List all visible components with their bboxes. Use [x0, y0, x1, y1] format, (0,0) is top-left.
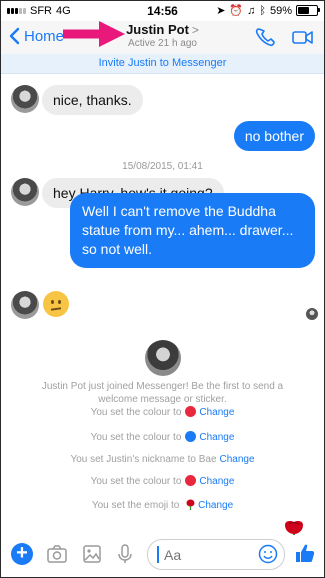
alarm-icon: ⏰: [229, 5, 244, 17]
status-bar: SFR 4G 14:56 ➤ ⏰ ♫ ᛒ 59%: [1, 1, 324, 21]
composer-bar: +: [1, 535, 324, 577]
annotation-arrow: [63, 21, 125, 47]
location-icon: ➤: [216, 5, 226, 17]
seen-receipt-avatar: [306, 308, 318, 320]
battery-icon: [296, 5, 320, 16]
change-link[interactable]: Change: [220, 454, 255, 465]
status-right: ➤ ⏰ ♫ ᛒ 59%: [216, 4, 320, 17]
avatar[interactable]: [11, 85, 39, 113]
message-timestamp: 15/08/2015, 01:41: [122, 161, 203, 172]
microphone-icon[interactable]: [114, 543, 136, 565]
system-message-colour: You set the colour to Change: [1, 406, 324, 418]
conversation-header: Home Justin Pot > Active 21 h ago: [1, 21, 324, 54]
contact-name: Justin Pot: [126, 22, 189, 37]
system-message-emoji: You set the emoji to Change: [1, 499, 324, 511]
color-swatch-blue: [185, 431, 197, 442]
system-message-nickname: You set Justin's nickname to Bae Change: [1, 454, 324, 465]
change-link[interactable]: Change: [199, 407, 234, 418]
joined-notice: Justin Pot just joined Messenger! Be the…: [41, 381, 284, 405]
color-swatch-red: [185, 475, 197, 486]
phone-icon[interactable]: [254, 27, 276, 47]
text-cursor: [157, 546, 159, 563]
thumbs-up-icon[interactable]: [294, 542, 316, 564]
smiley-icon[interactable]: [258, 544, 278, 564]
change-link[interactable]: Change: [199, 432, 234, 443]
system-message-text: You set the colour to: [90, 476, 182, 487]
contact-avatar-large[interactable]: [145, 340, 181, 376]
chevron-right-icon: >: [191, 23, 199, 37]
system-message-text: You set the emoji to: [91, 500, 180, 511]
message-input-box[interactable]: [147, 539, 285, 570]
headphones-icon: ♫: [247, 4, 256, 17]
battery-percent: 59%: [269, 4, 292, 17]
confused-face-emoji[interactable]: [43, 291, 69, 317]
avatar[interactable]: [11, 291, 39, 319]
messenger-screen: SFR 4G 14:56 ➤ ⏰ ♫ ᛒ 59% Home Justin Pot…: [0, 0, 325, 578]
camera-icon[interactable]: [46, 543, 68, 565]
system-message-text: You set the colour to: [90, 432, 182, 443]
message-incoming[interactable]: nice, thanks.: [42, 85, 143, 115]
gallery-icon[interactable]: [81, 543, 103, 565]
rose-icon: [186, 499, 195, 510]
invite-banner[interactable]: Invite Justin to Messenger: [1, 54, 324, 74]
system-message-text: You set the colour to: [90, 407, 182, 418]
video-camera-icon[interactable]: [292, 27, 314, 47]
change-link[interactable]: Change: [199, 476, 234, 487]
change-link[interactable]: Change: [198, 500, 233, 511]
system-message-text: You set Justin's nickname to Bae: [70, 454, 217, 465]
message-outgoing[interactable]: Well I can't remove the Buddha statue fr…: [70, 193, 315, 268]
system-message-colour: You set the colour to Change: [1, 431, 324, 443]
avatar[interactable]: [11, 178, 39, 206]
color-swatch-red: [185, 406, 197, 417]
message-input[interactable]: [162, 546, 256, 564]
message-outgoing[interactable]: no bother: [233, 121, 315, 151]
bluetooth-icon: ᛒ: [259, 4, 266, 17]
plus-icon[interactable]: +: [11, 543, 33, 565]
system-message-colour: You set the colour to Change: [1, 475, 324, 487]
